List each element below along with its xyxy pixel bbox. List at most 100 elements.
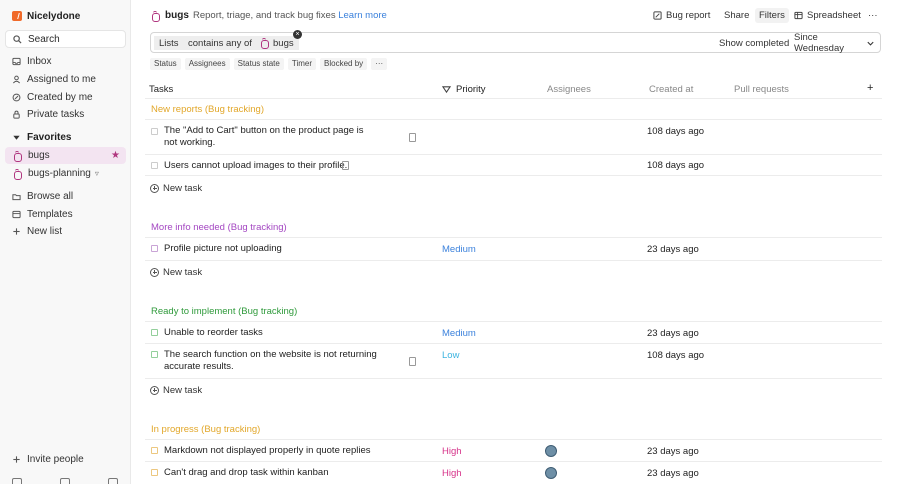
new-task-button[interactable]: New task — [150, 265, 202, 279]
sidebar-item-bugs[interactable]: bugs ★ — [5, 147, 126, 164]
table-row[interactable]: Unable to reorder tasks Medium 23 days a… — [145, 322, 882, 344]
task-title[interactable]: The "Add to Cart" button on the product … — [164, 125, 374, 149]
task-checkbox[interactable] — [151, 128, 158, 135]
new-task-button[interactable]: New task — [150, 383, 202, 397]
task-checkbox[interactable] — [151, 447, 158, 454]
table-row[interactable]: The search function on the website is no… — [145, 344, 882, 379]
sidebar-item-browse-all[interactable]: Browse all — [5, 188, 126, 205]
task-title[interactable]: Profile picture not uploading — [164, 243, 374, 255]
description-icon — [409, 357, 416, 366]
filters-button[interactable]: Filters — [755, 8, 789, 23]
group-header-new-reports[interactable]: New reports (Bug tracking) — [145, 99, 882, 120]
invite-people-button[interactable]: Invite people — [5, 451, 126, 468]
sidebar-item-created[interactable]: Created by me — [5, 89, 126, 106]
invite-label: Invite people — [27, 454, 84, 465]
column-header-tasks[interactable]: Tasks — [149, 84, 173, 95]
learn-more-link[interactable]: Learn more — [338, 10, 387, 21]
filter-operator[interactable]: contains any of — [183, 36, 257, 50]
add-column-button[interactable]: + — [867, 82, 873, 94]
bug-report-button[interactable]: Bug report — [649, 8, 714, 23]
column-toggle-status-state[interactable]: Status state — [233, 58, 284, 70]
spreadsheet-view-button[interactable]: Spreadsheet — [790, 8, 865, 23]
avatar[interactable] — [545, 445, 557, 457]
table-row[interactable]: Profile picture not uploading Medium 23 … — [145, 238, 882, 261]
share-button[interactable]: Share — [720, 8, 753, 23]
sidebar-item-label: Inbox — [27, 56, 52, 67]
column-header-priority[interactable]: Priority — [442, 84, 486, 95]
show-completed-toggle[interactable]: Show completed — [714, 36, 794, 50]
top-bar: bugs Report, triage, and track bug fixes… — [131, 0, 900, 30]
group-header-in-progress[interactable]: In progress (Bug tracking) — [145, 419, 882, 440]
sidebar-item-bugs-planning[interactable]: bugs-planning ▿ — [5, 165, 126, 182]
task-title[interactable]: Users cannot upload images to their prof… — [164, 160, 364, 172]
column-toggle-status[interactable]: Status — [150, 58, 181, 70]
plus-icon — [150, 385, 159, 395]
priority-cell[interactable]: Medium — [442, 328, 476, 339]
priority-cell[interactable]: Medium — [442, 244, 476, 255]
task-checkbox[interactable] — [151, 351, 158, 358]
remove-filter-icon[interactable]: × — [293, 30, 302, 39]
filter-value[interactable]: bugs — [254, 36, 299, 50]
table-row[interactable]: Users cannot upload images to their prof… — [145, 155, 882, 176]
task-checkbox[interactable] — [151, 329, 158, 336]
date-range-select[interactable]: Since Wednesday — [789, 32, 880, 54]
star-icon[interactable]: ★ — [111, 150, 120, 161]
list-title: bugs — [150, 10, 189, 22]
sidebar-item-inbox[interactable]: Inbox — [5, 53, 126, 70]
priority-cell[interactable]: Low — [442, 350, 459, 361]
sidebar-item-label: Created by me — [27, 92, 93, 103]
sidebar-item-private[interactable]: Private tasks — [5, 106, 126, 123]
template-icon — [12, 210, 21, 219]
task-title[interactable]: Can't drag and drop task within kanban — [164, 467, 404, 479]
sidebar-item-label: Private tasks — [27, 109, 85, 120]
new-task-label: New task — [163, 182, 203, 194]
sidebar-item-templates[interactable]: Templates — [5, 206, 126, 223]
form-icon — [653, 11, 662, 20]
favorites-label: Favorites — [27, 132, 72, 143]
new-task-button[interactable]: New task — [150, 181, 202, 195]
priority-cell[interactable]: High — [442, 468, 462, 479]
table-icon — [794, 11, 803, 20]
avatar[interactable] — [545, 467, 557, 479]
help-icon[interactable] — [60, 478, 70, 484]
table-row[interactable]: Can't drag and drop task within kanban H… — [145, 462, 882, 484]
more-options-button[interactable]: ··· — [864, 8, 882, 23]
priority-cell[interactable]: High — [442, 446, 462, 457]
workspace-switcher[interactable]: Nicelydone — [12, 10, 80, 22]
sidebar: Nicelydone Search Inbox Assigned to me C… — [0, 0, 131, 484]
group-header-ready[interactable]: Ready to implement (Bug tracking) — [145, 301, 882, 322]
sidebar-item-new-list[interactable]: New list — [5, 223, 126, 240]
task-title[interactable]: Unable to reorder tasks — [164, 327, 374, 339]
table-row[interactable]: The "Add to Cart" button on the product … — [145, 120, 882, 155]
column-header-assignees[interactable]: Assignees — [547, 84, 591, 95]
notifications-icon[interactable] — [108, 478, 118, 484]
filter-icon: ▿ — [94, 169, 99, 178]
group-header-more-info[interactable]: More info needed (Bug tracking) — [145, 217, 882, 238]
sidebar-item-assigned[interactable]: Assigned to me — [5, 71, 126, 88]
task-title[interactable]: The search function on the website is no… — [164, 349, 409, 373]
column-toggle-timer[interactable]: Timer — [287, 58, 317, 70]
column-toggle-blocked-by[interactable]: Blocked by — [320, 58, 368, 70]
filter-field[interactable]: Lists — [154, 36, 184, 50]
column-toggle-more[interactable]: ··· — [371, 58, 388, 70]
created-at-cell: 23 days ago — [647, 446, 699, 457]
sidebar-item-label: Templates — [27, 209, 73, 220]
edit-icon — [12, 93, 21, 102]
spreadsheet-label: Spreadsheet — [807, 10, 861, 21]
task-title[interactable]: Markdown not displayed properly in quote… — [164, 445, 404, 457]
column-header-created-at[interactable]: Created at — [649, 84, 693, 95]
table-row[interactable]: Markdown not displayed properly in quote… — [145, 440, 882, 462]
task-checkbox[interactable] — [151, 245, 158, 252]
settings-icon[interactable] — [12, 478, 22, 484]
search-input[interactable]: Search — [5, 30, 126, 48]
sidebar-item-label: bugs — [28, 150, 50, 161]
task-checkbox[interactable] — [151, 162, 158, 169]
table-header: Tasks Priority Assignees Created at Pull… — [145, 80, 882, 99]
column-toggle-assignees[interactable]: Assignees — [184, 58, 230, 70]
group-label: New reports (Bug tracking) — [151, 104, 264, 115]
column-header-pull-requests[interactable]: Pull requests — [734, 84, 789, 95]
task-checkbox[interactable] — [151, 469, 158, 476]
sidebar-item-label: bugs-planning — [28, 168, 91, 179]
favorites-header[interactable]: Favorites — [12, 132, 71, 143]
group-label: Ready to implement (Bug tracking) — [151, 306, 298, 317]
